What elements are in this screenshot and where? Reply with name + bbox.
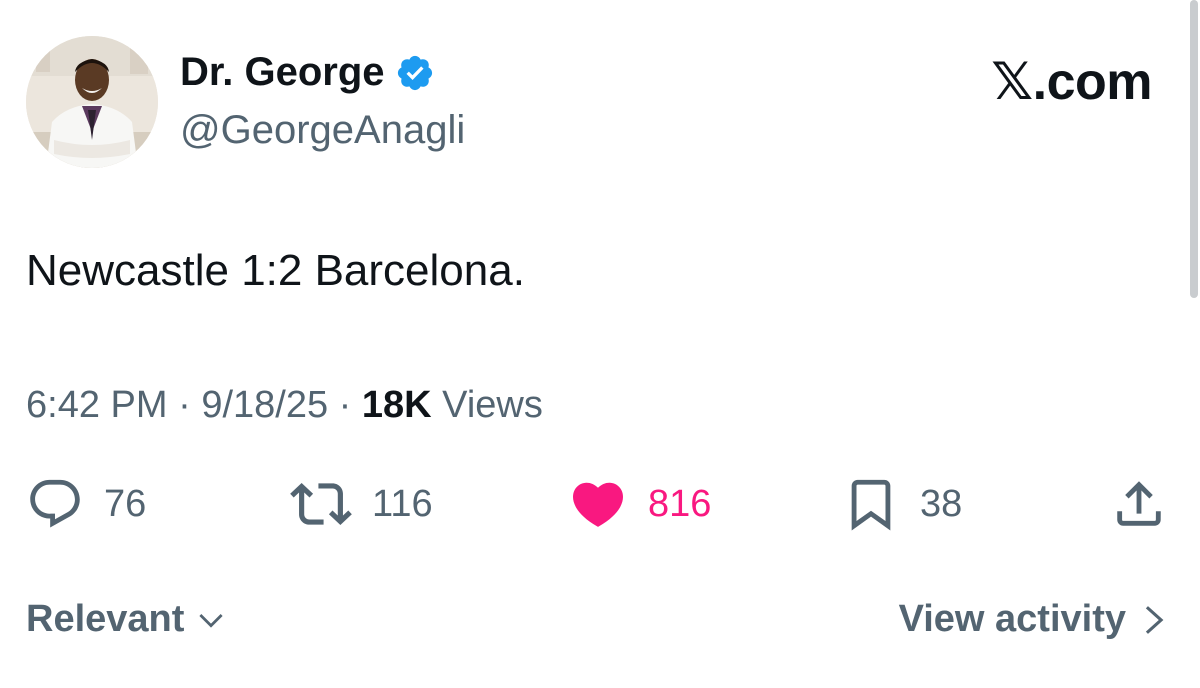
- bookmark-button[interactable]: 38: [842, 474, 962, 534]
- sort-label: Relevant: [26, 598, 185, 640]
- view-activity-link[interactable]: View activity: [899, 598, 1166, 641]
- tweet-meta: 6:42 PM · 9/18/25 · 18K Views: [26, 384, 543, 427]
- share-button[interactable]: [1110, 474, 1168, 534]
- avatar-photo: [26, 36, 158, 168]
- like-button[interactable]: 816: [568, 474, 711, 534]
- avatar[interactable]: [26, 36, 158, 168]
- meta-separator: ·: [338, 384, 352, 426]
- bookmark-count: 38: [920, 482, 963, 525]
- chevron-right-icon: [1145, 605, 1164, 634]
- repost-button[interactable]: 116: [290, 474, 433, 534]
- bookmark-icon: [851, 479, 891, 531]
- author-name-text: Dr. George: [180, 50, 385, 94]
- share-upload-icon: [1117, 481, 1161, 526]
- verified-badge-icon: [397, 55, 432, 90]
- reply-count: 76: [104, 482, 147, 525]
- heart-icon: [572, 482, 624, 527]
- author-handle[interactable]: @GeorgeAnagli: [180, 108, 465, 153]
- reply-button[interactable]: 76: [26, 474, 146, 534]
- brand-logo: 𝕏.com: [991, 53, 1152, 111]
- tweet-date[interactable]: 9/18/25: [201, 384, 328, 426]
- like-count: 816: [648, 482, 712, 525]
- author-display-name[interactable]: Dr. George: [180, 50, 435, 95]
- meta-separator: ·: [178, 384, 191, 426]
- tweet-text: Newcastle 1:2 Barcelona.: [26, 246, 525, 295]
- view-activity-label: View activity: [898, 598, 1126, 640]
- speech-bubble-icon: [30, 479, 80, 528]
- views-label: Views: [442, 384, 543, 426]
- tweet-time[interactable]: 6:42 PM: [26, 384, 168, 426]
- sort-dropdown[interactable]: Relevant: [26, 598, 226, 641]
- repost-arrows-icon: [290, 483, 352, 525]
- repost-count: 116: [372, 482, 433, 525]
- views-count: 18K: [361, 384, 432, 426]
- chevron-down-icon: [199, 613, 224, 628]
- tweet-card: Dr. George @GeorgeAnagli 𝕏.com Newcastle…: [0, 0, 1200, 688]
- scrollbar[interactable]: [1190, 0, 1198, 298]
